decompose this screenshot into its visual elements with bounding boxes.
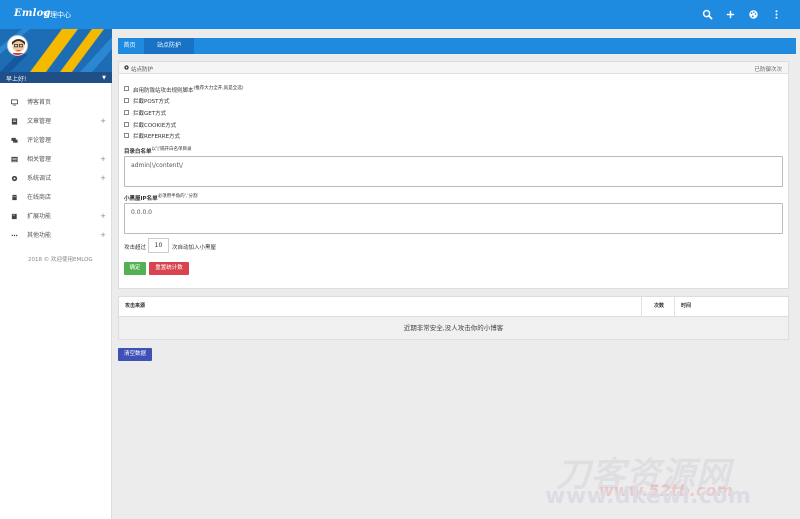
sidebar-item-label: 其他功能	[27, 232, 52, 239]
checkbox-label: 拦截GET方式	[133, 111, 167, 117]
checkbox-label: 启用防陇站攻击规则脚本	[133, 87, 194, 94]
expand-plus-icon[interactable]: +	[100, 169, 106, 188]
sidebar-item-label: 文章管理	[27, 118, 52, 125]
search-icon[interactable]	[702, 9, 713, 20]
dir-whitelist-textarea[interactable]: admin|\/content\/	[124, 156, 783, 187]
reset-stats-button[interactable]: 重置统计数	[149, 262, 189, 275]
sidebar-banner	[0, 29, 112, 72]
sidebar-item-label: 相关管理	[27, 156, 52, 163]
caret-down-icon: ▼	[102, 75, 106, 81]
sidebar-item-label: 在线商店	[27, 194, 52, 201]
sidebar-item-label: 扩展功能	[27, 213, 52, 220]
checkbox[interactable]	[124, 98, 129, 103]
avatar[interactable]	[7, 35, 28, 56]
sidebar: 早上好! ▼ 博客首页 文章管理 + 评论管理 相关管理 + 系统调试 + 在线…	[0, 29, 112, 519]
document-icon	[11, 118, 18, 125]
checkbox[interactable]	[124, 133, 129, 138]
sidebar-item-store[interactable]: 在线商店	[0, 188, 112, 207]
protection-panel: 站点防护 已防御次次 启用防陇站攻击规则脚本(推荐大力全开,就是全选) 拦截PO…	[118, 61, 789, 289]
sidebar-item-other[interactable]: 其他功能 +	[0, 226, 112, 245]
attack-threshold-suffix: 次自动加入小黑屋	[172, 245, 217, 251]
gear-icon	[11, 175, 18, 182]
column-divider	[641, 297, 642, 316]
tab-site-protection[interactable]: 站点防护	[144, 38, 194, 54]
attack-log-table: 攻击来源 次数 时间 近期非常安全,没人攻击你的小博客	[118, 296, 789, 340]
column-header-source: 攻击来源	[125, 303, 146, 309]
monitor-icon	[11, 99, 18, 106]
ip-whitelist-label: 小黑屋IP名单必须用半角的','分割	[124, 193, 197, 202]
panel-title: 站点防护	[131, 67, 154, 73]
checkbox[interactable]	[124, 86, 129, 91]
sidebar-item-label: 博客首页	[27, 99, 52, 106]
top-bar: Emlog 管理中心	[0, 0, 800, 29]
empty-table-message: 近期非常安全,没人攻击你的小博客	[119, 316, 788, 339]
checkbox-label: 拦截REFERRE方式	[133, 134, 181, 140]
store-icon	[11, 194, 18, 201]
column-header-time: 时间	[681, 303, 692, 309]
sidebar-nav: 博客首页 文章管理 + 评论管理 相关管理 + 系统调试 + 在线商店 扩展功能	[0, 93, 112, 245]
shield-icon	[124, 65, 129, 70]
checkbox-label: 拦截POST方式	[133, 99, 170, 105]
column-divider	[674, 297, 675, 316]
sidebar-item-debug[interactable]: 系统调试 +	[0, 169, 112, 188]
column-header-count: 次数	[654, 303, 665, 309]
confirm-button[interactable]: 确定	[124, 262, 146, 275]
label-text: 目录白名单	[124, 148, 152, 155]
checkbox-label: 拦截COOKIE方式	[133, 123, 177, 129]
greeting-text: 早上好!	[6, 76, 27, 83]
sidebar-item-label: 系统调试	[27, 175, 52, 182]
app-subtitle: 管理中心	[43, 11, 71, 19]
dots-icon	[11, 232, 18, 239]
clear-data-button[interactable]: 清空数据	[118, 348, 152, 361]
sidebar-item-articles[interactable]: 文章管理 +	[0, 112, 112, 131]
sidebar-item-label: 评论管理	[27, 137, 52, 144]
checkbox[interactable]	[124, 122, 129, 127]
copyright-text: 2018 © 欢迎使用EMLOG	[28, 257, 93, 263]
more-vertical-icon[interactable]	[771, 9, 782, 20]
label-note: 必须用半角的','分割	[157, 194, 198, 199]
watermark-url: www.dkewl.com	[545, 484, 752, 509]
expand-plus-icon[interactable]: +	[100, 112, 106, 131]
tab-home[interactable]: 首页	[118, 38, 141, 54]
expand-plus-icon[interactable]: +	[100, 150, 106, 169]
attack-threshold-input[interactable]: 10	[148, 238, 169, 253]
checkbox[interactable]	[124, 110, 129, 115]
comments-icon	[11, 137, 18, 144]
sidebar-item-extensions[interactable]: 扩展功能 +	[0, 207, 112, 226]
ip-whitelist-textarea[interactable]: 0.0.0.0	[124, 203, 783, 234]
dir-whitelist-label: 目录白名单以'|'隔开白名单目录	[124, 146, 192, 155]
sidebar-item-related[interactable]: 相关管理 +	[0, 150, 112, 169]
plus-icon[interactable]	[725, 9, 736, 20]
expand-plus-icon[interactable]: +	[100, 226, 106, 245]
greeting-bar[interactable]: 早上好! ▼	[0, 72, 112, 83]
checkbox-note: (推荐大力全开,就是全选)	[193, 86, 244, 91]
label-note: 以'|'隔开白名单目录	[151, 147, 192, 152]
list-icon	[11, 156, 18, 163]
tab-bar: 首页 站点防护	[118, 38, 796, 54]
puzzle-icon	[11, 213, 18, 220]
defense-count-text: 已防御次次	[754, 67, 782, 73]
label-text: 小黑屋IP名单	[124, 195, 158, 202]
sidebar-item-comments[interactable]: 评论管理	[0, 131, 112, 150]
expand-plus-icon[interactable]: +	[100, 207, 106, 226]
panel-header: 站点防护 已防御次次	[119, 62, 788, 74]
sidebar-item-blog-home[interactable]: 博客首页	[0, 93, 112, 112]
palette-icon[interactable]	[748, 9, 759, 20]
attack-threshold-prefix: 攻击超过	[124, 245, 147, 251]
